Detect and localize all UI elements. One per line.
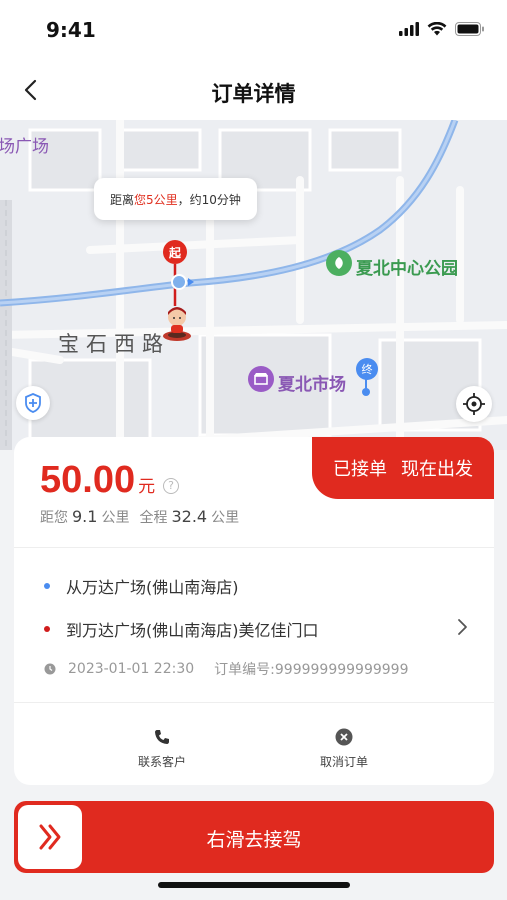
map-label-road: 宝石西路: [58, 332, 170, 356]
start-pin: 起: [163, 240, 187, 264]
status-time: 9:41: [46, 18, 96, 42]
map-label-plaza: 场广场: [0, 137, 49, 157]
cancel-order-label: 取消订单: [319, 755, 368, 769]
chevron-right-icon[interactable]: [452, 617, 472, 637]
locate-button[interactable]: [456, 386, 492, 422]
total-value: 32.4: [171, 507, 208, 526]
to-address-row[interactable]: 到万达广场(佛山南海店)美亿佳门口: [44, 617, 319, 641]
cancel-order-button[interactable]: 取消订单: [284, 727, 404, 770]
park-icon: [326, 250, 352, 276]
from-address: 从万达广场(佛山南海店): [66, 578, 239, 597]
clock-icon: [44, 663, 56, 675]
wifi-icon: [427, 22, 447, 36]
home-indicator: [158, 882, 350, 888]
map-roads: [0, 120, 507, 450]
map-label-market: 夏北市场: [278, 375, 346, 395]
total-label: 全程: [139, 510, 168, 526]
cancel-icon: [335, 728, 353, 746]
end-marker-icon: [362, 378, 370, 396]
cellular-signal-icon: [399, 22, 419, 36]
tooltip-suffix: ，约10分钟: [177, 192, 241, 207]
tooltip-prefix: 距离: [110, 192, 135, 207]
order-meta-row: 2023-01-01 22:30 订单编号:999999999999999: [44, 659, 409, 679]
market-icon: [248, 366, 274, 392]
status-bar: 9:41: [0, 0, 507, 60]
divider: [14, 702, 494, 703]
order-status-tag: 已接单 现在出发: [312, 437, 494, 499]
contact-customer-button[interactable]: 联系客户: [102, 727, 222, 770]
crosshair-icon: [463, 393, 485, 415]
slide-to-pickup-slider[interactable]: 右滑去接驾: [14, 801, 494, 873]
status-depart: 现在出发: [401, 459, 473, 480]
shield-icon: [25, 393, 41, 413]
distance-unit: 公里: [101, 510, 130, 526]
nav-bar: 订单详情: [0, 60, 507, 120]
help-icon[interactable]: ?: [163, 477, 180, 494]
end-pin: 终: [356, 358, 378, 380]
phone-icon: [155, 730, 169, 744]
divider: [14, 547, 494, 548]
price-row: 50.00 元 ?: [40, 459, 180, 502]
to-address: 到万达广场(佛山南海店)美亿佳门口: [66, 621, 319, 640]
to-dot-icon: [44, 626, 50, 632]
order-number: 订单编号:999999999999999: [214, 662, 409, 678]
map-label-park: 夏北中心公园: [356, 259, 458, 279]
page-title: 订单详情: [211, 82, 296, 106]
total-unit: 公里: [211, 510, 240, 526]
order-price: 50.00: [40, 459, 136, 501]
tooltip-highlight: 您5公里: [134, 192, 178, 207]
distance-value: 9.1: [72, 507, 98, 526]
status-accepted: 已接单: [333, 459, 387, 480]
from-dot-icon: [44, 583, 50, 589]
order-card: 已接单 现在出发 50.00 元 ? 距您 9.1 公里 全程 32.4 公里 从万达广场…: [14, 437, 494, 785]
slider-label: 右滑去接驾: [206, 829, 302, 851]
battery-icon: [455, 22, 484, 36]
price-unit: 元: [138, 477, 156, 497]
distance-row: 距您 9.1 公里 全程 32.4 公里: [40, 507, 239, 527]
safety-shield-button[interactable]: [16, 386, 50, 420]
from-address-row: 从万达广场(佛山南海店): [44, 574, 239, 598]
map-view[interactable]: 场广场 距离您5公里，约10分钟 起 夏北中心公园 宝石西路 夏北市场 终 公: [0, 120, 507, 450]
status-icons: [399, 22, 485, 36]
distance-tooltip: 距离 您5公里 ，约10分钟: [94, 178, 257, 220]
order-datetime: 2023-01-01 22:30: [68, 661, 195, 677]
distance-label: 距您: [40, 510, 68, 526]
contact-customer-label: 联系客户: [137, 755, 186, 769]
